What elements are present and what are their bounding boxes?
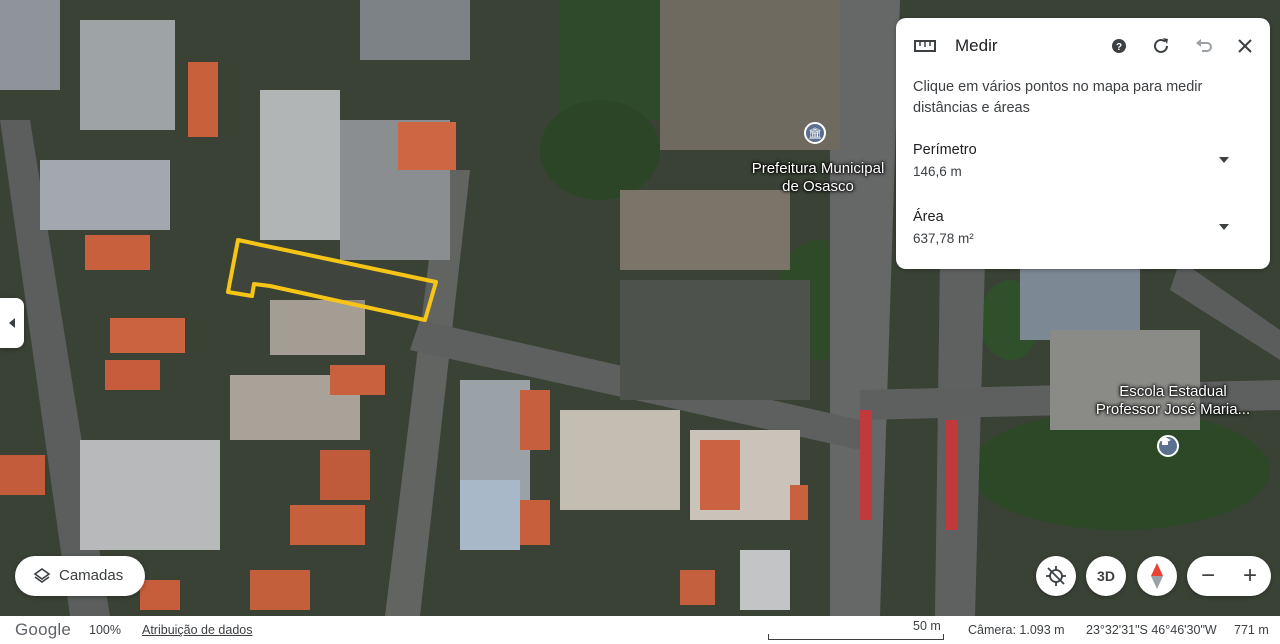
- scale-label[interactable]: 50 m: [913, 619, 941, 633]
- 3d-toggle-button[interactable]: 3D: [1086, 556, 1126, 596]
- measure-panel: Medir ? Clique em vários pontos no mapa …: [896, 18, 1270, 269]
- help-icon[interactable]: ?: [1108, 35, 1130, 57]
- perimeter-label: Perímetro: [913, 142, 977, 158]
- zoom-control: − +: [1187, 556, 1271, 596]
- my-location-button[interactable]: [1036, 556, 1076, 596]
- undo-icon[interactable]: [1193, 35, 1215, 57]
- measure-panel-header: Medir ?: [896, 18, 1270, 74]
- refresh-icon[interactable]: [1150, 35, 1172, 57]
- school-icon[interactable]: [1157, 435, 1179, 457]
- layers-button[interactable]: Camadas: [15, 556, 145, 596]
- area-value: 637,78 m²: [913, 231, 974, 246]
- caret-down-icon[interactable]: [1218, 154, 1230, 166]
- layers-label: Camadas: [59, 567, 124, 584]
- coordinates: 23°32'31"S 46°46'30"W: [1086, 623, 1217, 637]
- close-icon[interactable]: [1234, 35, 1256, 57]
- landmark-icon[interactable]: 🏛: [804, 122, 826, 144]
- zoom-in-button[interactable]: +: [1229, 556, 1271, 596]
- elevation: 771 m: [1234, 623, 1269, 637]
- poi-escola-line2: Professor José Maria...: [1095, 401, 1251, 418]
- caret-down-icon[interactable]: [1218, 221, 1230, 233]
- poi-prefeitura-line1: Prefeitura Municipal: [751, 160, 885, 177]
- svg-text:?: ?: [1116, 42, 1122, 53]
- collapse-side-panel-button[interactable]: [0, 298, 24, 348]
- camera-altitude: Câmera: 1.093 m: [968, 623, 1065, 637]
- poi-label-prefeitura[interactable]: Prefeitura Municipal de Osasco: [738, 160, 898, 196]
- poi-label-escola[interactable]: Escola Estadual Professor José Maria...: [1078, 383, 1268, 419]
- chevron-left-icon: [9, 318, 15, 328]
- zoom-percent: 100%: [89, 623, 121, 637]
- perimeter-value: 146,6 m: [913, 164, 962, 179]
- zoom-out-button[interactable]: −: [1187, 556, 1229, 596]
- area-label: Área: [913, 209, 944, 225]
- poi-prefeitura-line2: de Osasco: [782, 178, 854, 195]
- measure-description: Clique em vários pontos no mapa para med…: [913, 79, 1203, 116]
- bottom-status-bar: Google 100% Atribuição de dados 50 m Câm…: [0, 616, 1280, 644]
- ruler-icon: [914, 40, 936, 52]
- location-off-icon: [1046, 566, 1066, 586]
- poi-escola-line1: Escola Estadual: [1119, 383, 1227, 400]
- scale-bar[interactable]: [768, 634, 944, 640]
- data-attribution-link[interactable]: Atribuição de dados: [142, 623, 253, 637]
- google-logo: Google: [15, 620, 72, 639]
- compass-button[interactable]: [1137, 556, 1177, 596]
- compass-icon: [1151, 563, 1163, 589]
- measure-panel-title: Medir: [955, 36, 998, 55]
- layers-icon: [33, 568, 51, 583]
